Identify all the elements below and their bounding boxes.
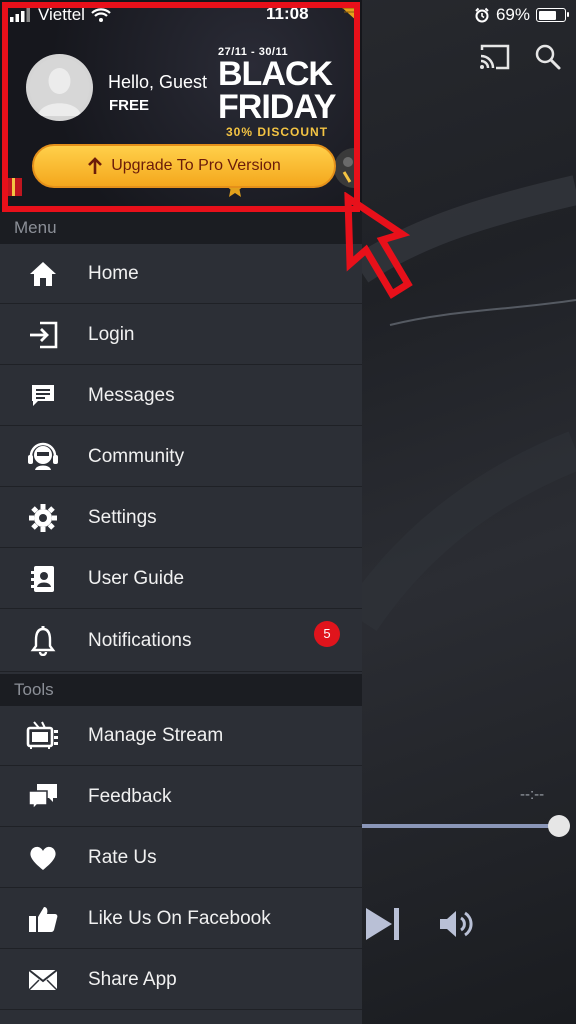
menu-item-facebook[interactable]: Like Us On Facebook <box>0 889 362 949</box>
login-icon <box>30 321 58 348</box>
menu-item-label: Manage Stream <box>88 724 224 746</box>
status-bar-right: 69% <box>474 4 569 26</box>
thumbs-up-icon <box>29 906 58 932</box>
menu-item-login[interactable]: Login <box>0 305 362 365</box>
drawer-header: Hello, Guest FREE 27/11 - 30/11 BLACK FR… <box>0 0 362 212</box>
menu-item-feedback[interactable]: Feedback <box>0 767 362 827</box>
tv-icon <box>26 720 58 749</box>
envelope-icon <box>28 968 58 991</box>
community-icon <box>28 442 58 470</box>
skip-next-icon[interactable] <box>364 906 404 942</box>
battery-icon <box>536 8 569 22</box>
gear-icon <box>29 503 57 532</box>
player-top-actions <box>478 42 562 72</box>
menu-item-label: User Guide <box>88 567 185 589</box>
volume-icon[interactable] <box>438 908 476 940</box>
player-controls <box>364 906 476 942</box>
menu-section-header: Menu <box>0 212 362 244</box>
menu-item-community[interactable]: Community <box>0 427 362 487</box>
seek-bar[interactable] <box>362 824 562 828</box>
menu-item-label: Share App <box>88 968 177 990</box>
menu-item-rate-us[interactable]: Rate Us <box>0 828 362 888</box>
battery-percent: 69% <box>495 5 530 24</box>
menu-item-messages[interactable]: Messages <box>0 366 362 426</box>
chat-bubbles-icon <box>28 783 57 811</box>
heart-icon <box>30 846 56 870</box>
menu-item-manage-stream[interactable]: Manage Stream <box>0 706 362 766</box>
menu-item-label: Community <box>88 445 185 467</box>
red-arrow-icon <box>344 192 413 299</box>
navigation-drawer: Hello, Guest FREE 27/11 - 30/11 BLACK FR… <box>0 0 362 1024</box>
menu-item-label: Rate Us <box>88 846 157 868</box>
highlight-box <box>2 2 360 212</box>
message-icon <box>32 384 54 406</box>
menu-item-label: Home <box>88 262 139 284</box>
seek-knob[interactable] <box>548 815 570 837</box>
menu-item-label: Notifications <box>88 629 192 651</box>
remaining-time: --:-- <box>520 786 545 803</box>
home-icon <box>30 261 56 286</box>
menu-item-label: Feedback <box>88 785 172 807</box>
menu-item-notifications[interactable]: Notifications 5 <box>0 610 362 672</box>
tools-section-header: Tools <box>0 674 362 706</box>
cast-icon[interactable] <box>478 42 512 72</box>
notification-badge: 5 <box>314 621 340 647</box>
menu-item-user-guide[interactable]: User Guide <box>0 549 362 609</box>
search-icon[interactable] <box>534 43 562 71</box>
menu-item-share[interactable]: Share App <box>0 950 362 1010</box>
menu-item-next[interactable] <box>0 1011 362 1024</box>
alarm-icon <box>475 7 489 23</box>
menu-item-label: Login <box>88 323 135 345</box>
menu-item-label: Like Us On Facebook <box>88 907 271 929</box>
menu-item-home[interactable]: Home <box>0 244 362 304</box>
menu-item-label: Messages <box>88 384 175 406</box>
menu-item-label: Settings <box>88 506 157 528</box>
bell-icon <box>30 625 56 656</box>
contacts-book-icon <box>31 565 54 592</box>
menu-item-settings[interactable]: Settings <box>0 488 362 548</box>
